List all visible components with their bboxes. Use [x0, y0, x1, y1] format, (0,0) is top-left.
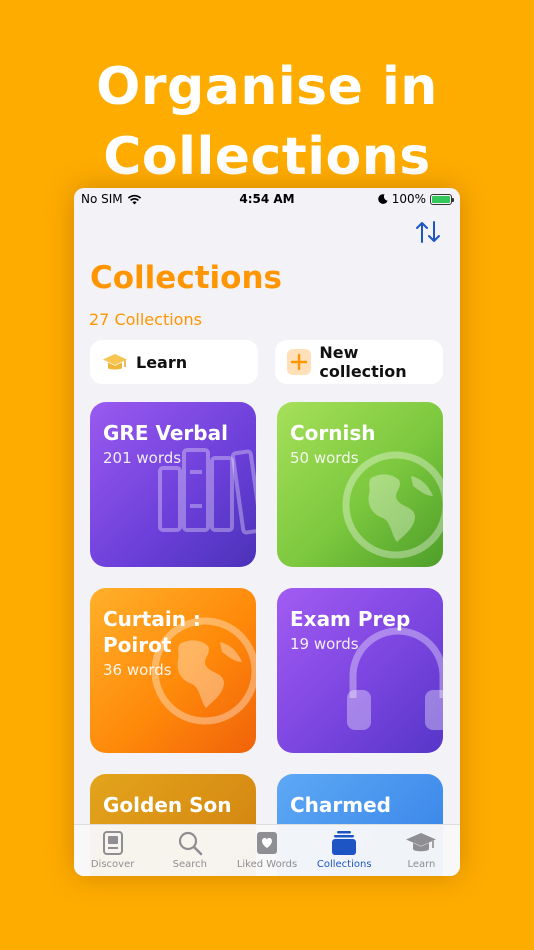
tab-liked-words[interactable]: Liked Words — [228, 825, 305, 876]
graduation-cap-icon — [103, 354, 127, 370]
learn-button[interactable]: Learn — [90, 340, 258, 384]
battery-percent: 100% — [391, 192, 426, 206]
collection-card-gre-verbal[interactable]: GRE Verbal 201 words — [90, 402, 256, 567]
marketing-headline: Organise in Collections — [0, 52, 534, 192]
tab-label: Learn — [407, 859, 436, 870]
status-bar: No SIM 4:54 AM 100% — [74, 188, 460, 210]
new-collection-button[interactable]: New collection — [275, 340, 443, 384]
sort-button[interactable] — [414, 218, 442, 246]
tab-collections[interactable]: Collections — [306, 825, 383, 876]
tab-label: Search — [172, 859, 207, 870]
page-title: Collections — [90, 260, 282, 296]
headline-line-1: Organise in — [96, 57, 438, 117]
card-title: Curtain : Poirot — [103, 607, 201, 657]
collection-count: 27 Collections — [89, 310, 202, 329]
tab-label: Liked Words — [236, 859, 298, 870]
phone-screen: No SIM 4:54 AM 100% Collections 27 Colle… — [74, 188, 460, 876]
card-word-count: 50 words — [290, 449, 359, 467]
tab-discover[interactable]: Discover — [74, 825, 151, 876]
card-title: GRE Verbal — [103, 421, 228, 445]
moon-icon — [377, 194, 388, 204]
tab-search[interactable]: Search — [151, 825, 228, 876]
card-word-count: 36 words — [103, 661, 172, 679]
tab-learn[interactable]: Learn — [383, 825, 460, 876]
card-title: Golden Son — [103, 793, 232, 817]
new-collection-label: New collection — [319, 343, 407, 381]
tab-label: Discover — [90, 859, 135, 870]
collection-card-curtain-poirot[interactable]: Curtain : Poirot 36 words — [90, 588, 256, 753]
tab-label: Collections — [316, 859, 372, 870]
learn-button-label: Learn — [136, 352, 188, 372]
battery-icon — [430, 193, 454, 205]
card-title: Cornish — [290, 421, 376, 445]
collection-card-cornish[interactable]: Cornish 50 words — [277, 402, 443, 567]
heart-icon — [257, 832, 277, 854]
card-word-count: 19 words — [290, 635, 359, 653]
card-title: Exam Prep — [290, 607, 411, 631]
tab-bar: Discover Search Liked Words Collections — [74, 824, 460, 876]
plus-icon — [287, 349, 312, 375]
card-title: Charmed — [290, 793, 391, 817]
headline-line-2: Collections — [103, 127, 431, 187]
graduation-cap-icon — [406, 833, 437, 852]
stack-icon — [332, 831, 357, 855]
collection-card-exam-prep[interactable]: Exam Prep 19 words — [277, 588, 443, 753]
search-icon — [178, 831, 203, 856]
card-word-count: 201 words — [103, 449, 182, 467]
book-icon — [102, 831, 123, 855]
